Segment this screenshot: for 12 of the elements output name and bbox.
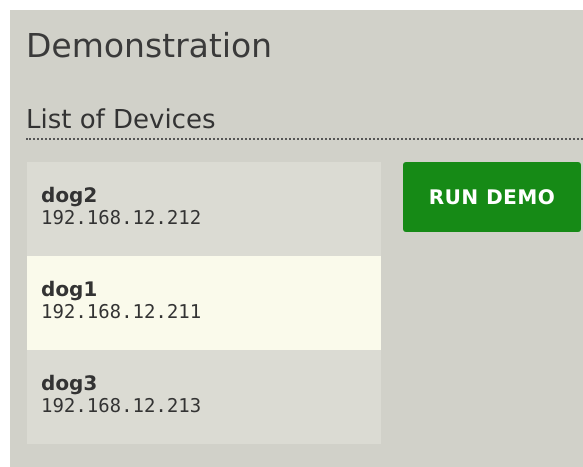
device-address: 192.168.12.212: [41, 206, 202, 230]
device-item[interactable]: dog1 192.168.12.211: [27, 256, 381, 350]
device-item[interactable]: dog2 192.168.12.212: [27, 162, 381, 256]
device-address: 192.168.12.211: [41, 300, 202, 324]
device-name: dog2: [41, 184, 98, 206]
device-address: 192.168.12.213: [41, 394, 202, 418]
device-name: dog3: [41, 372, 98, 394]
section-title: List of Devices: [26, 104, 216, 136]
device-item[interactable]: dog3 192.168.12.213: [27, 350, 381, 444]
run-demo-button[interactable]: RUN DEMO: [403, 162, 581, 232]
page-title: Demonstration: [26, 25, 274, 67]
device-name: dog1: [41, 278, 98, 300]
